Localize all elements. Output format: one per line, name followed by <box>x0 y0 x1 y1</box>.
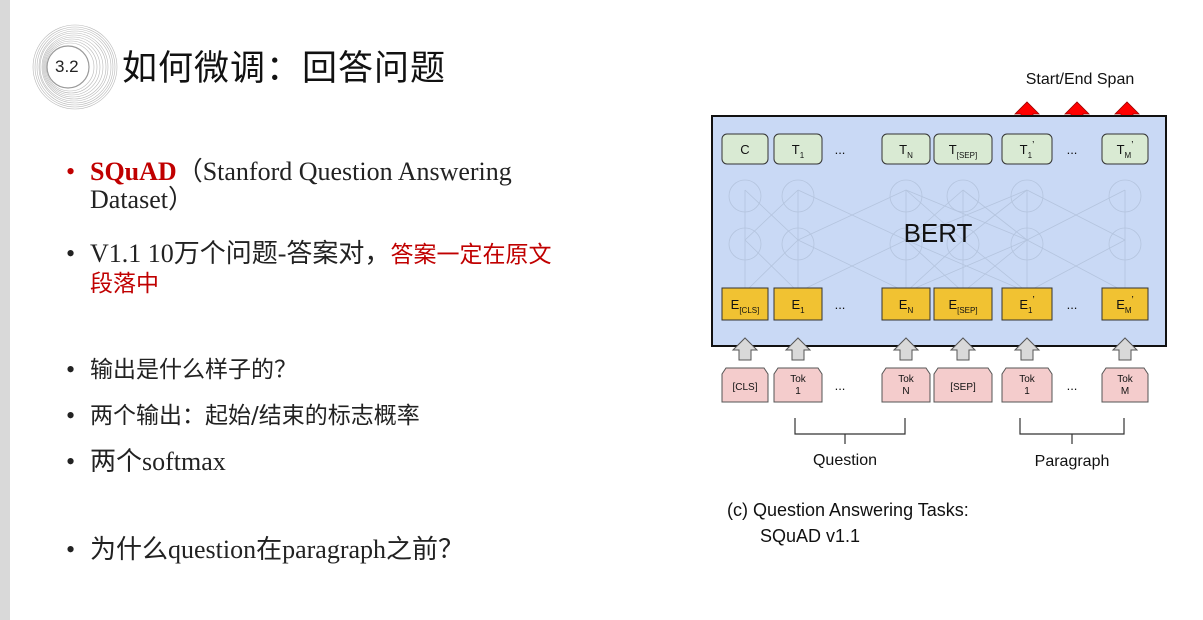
input-token-label: Tok <box>898 374 915 385</box>
output-token: TM’ <box>1101 133 1149 165</box>
bullet-output-shape: • 输出是什么样子的？ <box>66 356 666 384</box>
input-token-label: Tok <box>1117 374 1134 385</box>
input-token: Tok1 <box>1001 367 1053 403</box>
bullet-squad: • SQuAD（Stanford Question Answering Data… <box>66 158 666 214</box>
embedding-box <box>1101 287 1149 321</box>
embedding-box <box>721 287 769 321</box>
two-softmax-text: 两个softmax <box>90 447 226 476</box>
output-token: T1 <box>773 133 823 165</box>
output-token: TN <box>881 133 931 165</box>
ellipsis: ... <box>1067 378 1078 393</box>
section-badge: 3.2 <box>22 12 122 112</box>
input-token: [SEP] <box>933 367 993 403</box>
squad-highlight: SQuAD <box>90 157 177 186</box>
ellipsis: ... <box>835 142 846 157</box>
input-token: TokM <box>1101 367 1149 403</box>
embedding-token: EM’ <box>1101 287 1149 321</box>
input-token-label: [SEP] <box>950 382 976 393</box>
input-token: [CLS] <box>721 367 769 403</box>
bullet-dot: • <box>66 401 76 430</box>
squad-text: （Stanford Question Answering <box>176 157 512 186</box>
output-token: T1’ <box>1001 133 1053 165</box>
question-bracket <box>794 418 906 435</box>
input-token-label: Tok <box>1019 374 1036 385</box>
output-token: C <box>721 133 769 165</box>
embedding-token: E1 <box>773 287 823 321</box>
input-token-sub: M <box>1121 386 1129 397</box>
slide-left-rail <box>0 0 10 620</box>
question-order-text: 为什么question在paragraph之前？ <box>90 535 465 564</box>
embedding-token: E1’ <box>1001 287 1053 321</box>
dataset-size-red: 答案一定在原文 <box>390 242 552 268</box>
input-token: Tok1 <box>773 367 823 403</box>
span-label: Start/End Span <box>1026 71 1135 88</box>
input-token-sub: 1 <box>1024 386 1030 397</box>
ellipsis: ... <box>835 297 846 312</box>
caption-line-1: (c) Question Answering Tasks: <box>727 500 969 520</box>
paragraph-bracket <box>1019 418 1125 435</box>
question-label: Question <box>813 452 877 469</box>
bert-diagram: Start/End Span BERT C T1 TN T[SEP] T1’ TM’ E[… <box>711 71 1167 546</box>
embedding-token: E[SEP] <box>933 287 993 321</box>
dataset-size-text: V1.1 10万个问题-答案对， <box>90 239 391 268</box>
output-token-label: C <box>740 142 749 157</box>
bullet-two-softmax: • 两个softmax <box>66 448 666 476</box>
dataset-size-red-2: 段落中 <box>90 271 159 297</box>
embedding-token: E[CLS] <box>721 287 769 321</box>
bullet-two-outputs: • 两个输出：起始/结束的标志概率 <box>66 402 666 430</box>
slide-title: 如何微调：回答问题 <box>122 49 447 89</box>
caption-line-2: SQuAD v1.1 <box>760 526 860 546</box>
input-token-row: [CLS]Tok1TokN [SEP]Tok1TokM <box>721 367 1149 403</box>
input-token-label: [CLS] <box>732 382 757 393</box>
embedding-box <box>933 287 993 321</box>
ellipsis: ... <box>1067 297 1078 312</box>
squad-text-2: Dataset） <box>90 185 194 214</box>
output-token: T[SEP] <box>933 133 993 165</box>
ellipsis: ... <box>1067 142 1078 157</box>
input-token-sub: 1 <box>795 386 801 397</box>
ellipsis: ... <box>835 378 846 393</box>
bullet-dot: • <box>66 239 76 268</box>
paragraph-label: Paragraph <box>1035 453 1110 470</box>
bullet-dot: • <box>66 447 76 476</box>
two-outputs-text: 两个输出：起始/结束的标志概率 <box>90 403 420 429</box>
embedding-token: EN <box>881 287 931 321</box>
section-number: 3.2 <box>55 57 79 76</box>
input-token-sub: N <box>902 386 909 397</box>
input-token: TokN <box>881 367 931 403</box>
bullet-dot: • <box>66 355 76 384</box>
bert-label: BERT <box>904 218 973 248</box>
bullet-dot: • <box>66 157 76 186</box>
bert-qa-figure: Start/End Span BERT C T1 TN T[SEP] T1’ TM’ E[… <box>700 60 1180 560</box>
output-shape-text: 输出是什么样子的？ <box>90 357 297 383</box>
bullet-dot: • <box>66 535 76 564</box>
bullet-question-order: • 为什么question在paragraph之前？ <box>66 536 666 564</box>
input-token-label: Tok <box>790 374 807 385</box>
group-brackets <box>794 418 1125 444</box>
bullet-dataset-size: • V1.1 10万个问题-答案对，答案一定在原文 段落中 <box>66 240 666 298</box>
